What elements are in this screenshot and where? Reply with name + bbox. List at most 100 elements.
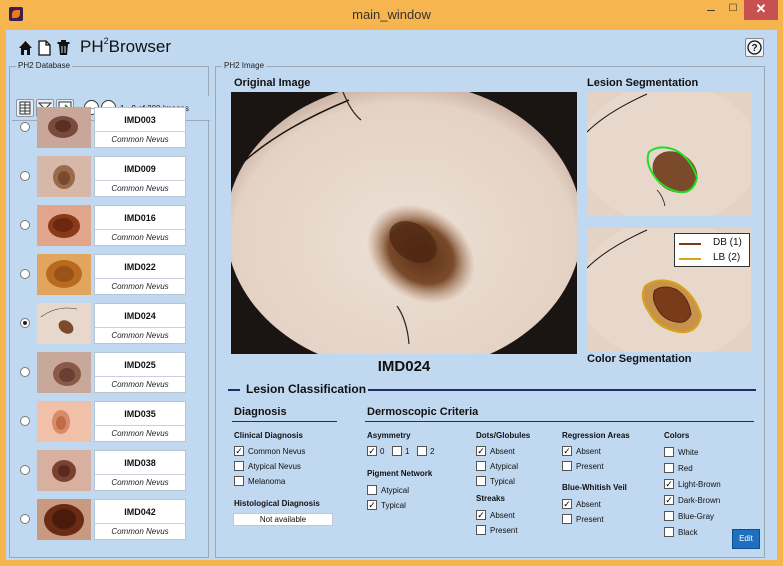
dots-absent-label: Absent	[490, 447, 515, 456]
veil-absent-label: Absent	[576, 500, 601, 509]
colors-heading: Colors	[664, 431, 690, 440]
list-item[interactable]: IMD016 Common Nevus	[20, 205, 188, 249]
title-bar: main_window ‒ ☐ ✕	[0, 0, 783, 30]
image-id: IMD024	[95, 304, 185, 328]
image-card: IMD003 Common Nevus	[94, 107, 186, 148]
dark-brown-checkbox[interactable]: ✓	[664, 495, 674, 505]
select-radio[interactable]	[20, 220, 30, 230]
pigment-typical-checkbox[interactable]: ✓	[367, 500, 377, 510]
image-diagnosis: Common Nevus	[111, 331, 169, 340]
asymmetry-1-label: 1	[405, 447, 410, 456]
asymmetry-1-checkbox[interactable]	[392, 446, 402, 456]
pigment-network-heading: Pigment Network	[367, 469, 433, 478]
list-item[interactable]: IMD022 Common Nevus	[20, 254, 188, 298]
original-image-label: Original Image	[234, 77, 311, 89]
black-checkbox[interactable]	[664, 527, 674, 537]
image-card: IMD024 Common Nevus	[94, 303, 186, 344]
lesion-thumbnail	[37, 156, 91, 197]
dark-brown-label: Dark-Brown	[678, 496, 721, 505]
image-card: IMD035 Common Nevus	[94, 401, 186, 442]
image-id: IMD022	[95, 255, 185, 279]
veil-absent-checkbox[interactable]: ✓	[562, 499, 572, 509]
select-radio[interactable]	[20, 122, 30, 132]
red-checkbox[interactable]	[664, 463, 674, 473]
dermoscopic-criteria-title: Dermoscopic Criteria	[367, 406, 479, 418]
client-area: PH2Browser ? PH2 Database ← → 1 - 9 of 2…	[6, 30, 777, 560]
black-label: Black	[678, 528, 698, 537]
trash-icon[interactable]	[56, 39, 71, 57]
histological-diagnosis-field: Not available	[233, 513, 333, 526]
list-item[interactable]: IMD025 Common Nevus	[20, 352, 188, 396]
dots-typical-checkbox[interactable]	[476, 476, 486, 486]
home-icon[interactable]	[18, 39, 33, 57]
ph2-database-label: PH2 Database	[16, 61, 73, 71]
image-card: IMD025 Common Nevus	[94, 352, 186, 393]
streaks-present-checkbox[interactable]	[476, 525, 486, 535]
list-item[interactable]: IMD038 Common Nevus	[20, 450, 188, 494]
clinical-diagnosis-heading: Clinical Diagnosis	[234, 431, 303, 440]
asymmetry-2-checkbox[interactable]	[417, 446, 427, 456]
common-nevus-label: Common Nevus	[248, 447, 306, 456]
white-checkbox[interactable]	[664, 447, 674, 457]
atypical-nevus-checkbox[interactable]	[234, 461, 244, 471]
blue-gray-label: Blue-Gray	[678, 512, 715, 521]
list-item[interactable]: IMD009 Common Nevus	[20, 156, 188, 200]
new-file-icon[interactable]	[37, 39, 52, 57]
original-lesion-image	[231, 92, 577, 354]
criteria-underline	[365, 421, 754, 422]
asymmetry-0-label: 0	[380, 447, 385, 456]
select-radio[interactable]	[20, 171, 30, 181]
light-brown-checkbox[interactable]: ✓	[664, 479, 674, 489]
section-rule-right	[368, 389, 756, 391]
image-diagnosis: Common Nevus	[111, 478, 169, 487]
common-nevus-checkbox[interactable]: ✓	[234, 446, 244, 456]
pigment-atypical-checkbox[interactable]	[367, 485, 377, 495]
select-radio[interactable]	[20, 416, 30, 426]
pigment-typical-label: Typical	[381, 501, 406, 510]
lesion-thumbnail	[37, 205, 91, 246]
select-radio[interactable]	[20, 514, 30, 524]
melanoma-checkbox[interactable]	[234, 476, 244, 486]
ph2-image-label: PH2 Image	[222, 61, 267, 71]
image-diagnosis: Common Nevus	[111, 429, 169, 438]
streaks-absent-label: Absent	[490, 511, 515, 520]
image-id: IMD025	[95, 353, 185, 377]
maximize-button[interactable]: ☐	[722, 0, 744, 20]
select-radio[interactable]	[20, 465, 30, 475]
lesion-segmentation-image	[587, 92, 751, 216]
asymmetry-0-checkbox[interactable]: ✓	[367, 446, 377, 456]
list-item[interactable]: IMD035 Common Nevus	[20, 401, 188, 445]
blue-gray-checkbox[interactable]	[664, 511, 674, 521]
image-id: IMD042	[95, 500, 185, 524]
select-radio-selected[interactable]	[20, 318, 30, 328]
streaks-absent-checkbox[interactable]: ✓	[476, 510, 486, 520]
regression-absent-checkbox[interactable]: ✓	[562, 446, 572, 456]
list-item[interactable]: IMD024 Common Nevus	[20, 303, 188, 347]
image-card: IMD022 Common Nevus	[94, 254, 186, 295]
lb-legend-swatch	[679, 258, 701, 260]
veil-present-checkbox[interactable]	[562, 514, 572, 524]
section-rule-left	[228, 389, 240, 391]
dots-atypical-label: Atypical	[490, 462, 519, 471]
list-item[interactable]: IMD003 Common Nevus	[20, 107, 188, 151]
select-radio[interactable]	[20, 269, 30, 279]
lesion-segmentation-label: Lesion Segmentation	[587, 77, 699, 89]
edit-button[interactable]: Edit	[732, 529, 760, 549]
image-diagnosis: Common Nevus	[111, 380, 169, 389]
close-button[interactable]: ✕	[744, 0, 778, 20]
list-item[interactable]: IMD042 Common Nevus	[20, 499, 188, 543]
blue-whitish-veil-heading: Blue-Whitish Veil	[562, 483, 627, 492]
dots-absent-checkbox[interactable]: ✓	[476, 446, 486, 456]
minimize-button[interactable]: ‒	[700, 0, 722, 20]
image-diagnosis: Common Nevus	[111, 233, 169, 242]
help-button[interactable]: ?	[745, 38, 764, 57]
regression-present-checkbox[interactable]	[562, 461, 572, 471]
lesion-thumbnail	[37, 254, 91, 295]
svg-text:?: ?	[751, 43, 757, 54]
help-icon: ?	[747, 40, 762, 55]
image-card: IMD038 Common Nevus	[94, 450, 186, 491]
lesion-thumbnail	[37, 401, 91, 442]
select-radio[interactable]	[20, 367, 30, 377]
streaks-present-label: Present	[490, 526, 518, 535]
dots-atypical-checkbox[interactable]	[476, 461, 486, 471]
